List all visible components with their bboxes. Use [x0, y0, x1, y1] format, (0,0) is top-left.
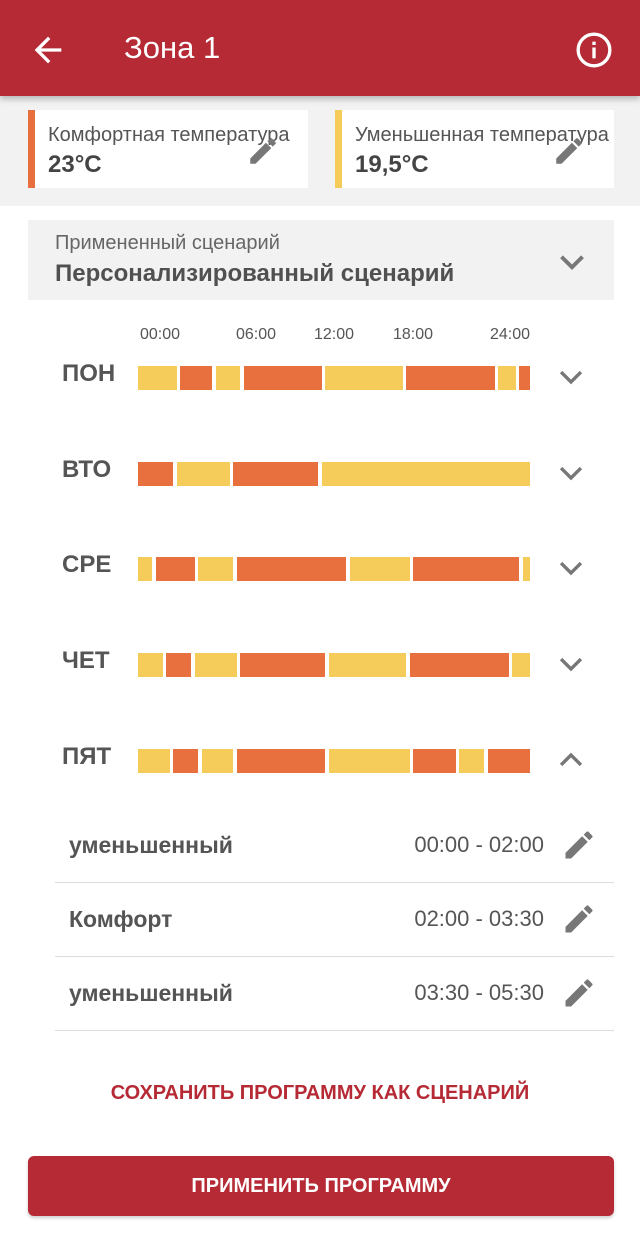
comfort-segment — [138, 462, 174, 486]
comfort-segment — [413, 557, 520, 581]
period-time-range: 00:00 - 02:00 — [414, 832, 544, 857]
reduced-segment — [138, 366, 177, 390]
day-row-mon[interactable]: ПОН — [0, 346, 640, 406]
comfort-segment — [519, 366, 530, 390]
reduced-segment — [349, 557, 410, 581]
scenario-dropdown[interactable]: Примененный сценарий Персонализированный… — [28, 220, 614, 300]
hour-label: 18:00 — [392, 326, 434, 343]
hour-label: 06:00 — [235, 326, 277, 343]
comfort-segment — [173, 749, 199, 773]
comfort-segment — [155, 557, 195, 581]
period-row[interactable]: Комфорт 02:00 - 03:30 — [55, 882, 614, 957]
period-mode: уменьшенный — [69, 980, 233, 1006]
comfort-segment — [233, 462, 319, 486]
period-time-range: 03:30 - 05:30 — [414, 980, 544, 1005]
reduced-segment — [522, 557, 530, 581]
chevron-down-icon[interactable] — [554, 551, 588, 585]
day-schedule-bar — [138, 462, 530, 486]
day-row-wed[interactable]: СРЕ — [0, 537, 640, 597]
comfort-temperature-card[interactable]: Комфортная температура 23°C — [28, 110, 308, 188]
reduced-segment — [215, 366, 241, 390]
day-row-fri[interactable]: ПЯТ — [0, 729, 640, 789]
pencil-icon[interactable] — [561, 827, 597, 863]
comfort-segment — [487, 749, 530, 773]
comfort-segment — [166, 653, 191, 677]
scenario-value: Персонализированный сценарий — [55, 260, 455, 287]
scenario-label: Примененный сценарий — [55, 232, 280, 254]
timeline-hour-labels: 00:00 06:00 12:00 18:00 24:00 — [0, 326, 640, 348]
reduced-color-bar — [335, 110, 342, 188]
pencil-icon[interactable] — [552, 134, 586, 168]
day-name: СРЕ — [62, 551, 112, 578]
reduced-temperature-card[interactable]: Уменьшенная температура 19,5°C — [335, 110, 614, 188]
reduced-segment — [512, 653, 530, 677]
comfort-segment — [236, 557, 347, 581]
comfort-segment — [406, 366, 495, 390]
day-row-tue[interactable]: ВТО — [0, 442, 640, 502]
comfort-segment — [180, 366, 213, 390]
reduced-segment — [138, 749, 170, 773]
pencil-icon[interactable] — [246, 134, 280, 168]
day-name: ВТО — [62, 456, 112, 483]
comfort-segment — [240, 653, 326, 677]
reduced-segment — [328, 749, 410, 773]
hour-label: 24:00 — [489, 326, 531, 343]
comfort-segment — [413, 749, 456, 773]
reduced-segment — [325, 366, 403, 390]
period-row[interactable]: уменьшенный 00:00 - 02:00 — [55, 808, 614, 883]
day-row-thu[interactable]: ЧЕТ — [0, 633, 640, 693]
day-schedule-bar — [138, 749, 530, 773]
hour-label: 00:00 — [139, 326, 181, 343]
day-name: ПОН — [62, 360, 116, 387]
comfort-segment — [236, 749, 326, 773]
day-name: ПЯТ — [62, 743, 112, 770]
chevron-down-icon[interactable] — [554, 360, 588, 394]
apply-program-button[interactable]: ПРИМЕНИТЬ ПРОГРАММУ — [28, 1156, 614, 1216]
comfort-segment — [409, 653, 509, 677]
reduced-segment — [176, 462, 230, 486]
save-as-scenario-link[interactable]: СОХРАНИТЬ ПРОГРАММУ КАК СЦЕНАРИЙ — [0, 1082, 640, 1105]
comfort-color-bar — [28, 110, 35, 188]
period-mode: Комфорт — [69, 906, 173, 932]
reduced-segment — [321, 462, 530, 486]
comfort-segment — [243, 366, 322, 390]
day-schedule-bar — [138, 366, 530, 390]
hour-label: 12:00 — [313, 326, 355, 343]
reduced-segment — [201, 749, 234, 773]
period-row[interactable]: уменьшенный 03:30 - 05:30 — [55, 956, 614, 1031]
period-mode: уменьшенный — [69, 832, 233, 858]
info-icon[interactable] — [574, 30, 614, 70]
reduced-segment — [138, 653, 163, 677]
reduced-segment — [198, 557, 234, 581]
page-title: Зона 1 — [124, 30, 221, 65]
period-time-range: 02:00 - 03:30 — [414, 906, 544, 931]
pencil-icon[interactable] — [561, 901, 597, 937]
arrow-left-icon[interactable] — [28, 30, 68, 70]
chevron-up-icon[interactable] — [554, 743, 588, 777]
app-bar: Зона 1 — [0, 0, 640, 96]
reduced-segment — [194, 653, 237, 677]
temperature-settings: Комфортная температура 23°C Уменьшенная … — [0, 96, 640, 206]
comfort-temperature-value: 23°C — [48, 151, 102, 178]
pencil-icon[interactable] — [561, 975, 597, 1011]
reduced-temperature-value: 19,5°C — [355, 151, 429, 178]
chevron-down-icon[interactable] — [554, 244, 590, 280]
chevron-down-icon[interactable] — [554, 647, 588, 681]
reduced-segment — [459, 749, 485, 773]
day-schedule-bar — [138, 653, 530, 677]
day-schedule-bar — [138, 557, 530, 581]
reduced-segment — [138, 557, 153, 581]
chevron-down-icon[interactable] — [554, 456, 588, 490]
reduced-segment — [498, 366, 516, 390]
day-name: ЧЕТ — [62, 647, 110, 674]
reduced-segment — [328, 653, 407, 677]
